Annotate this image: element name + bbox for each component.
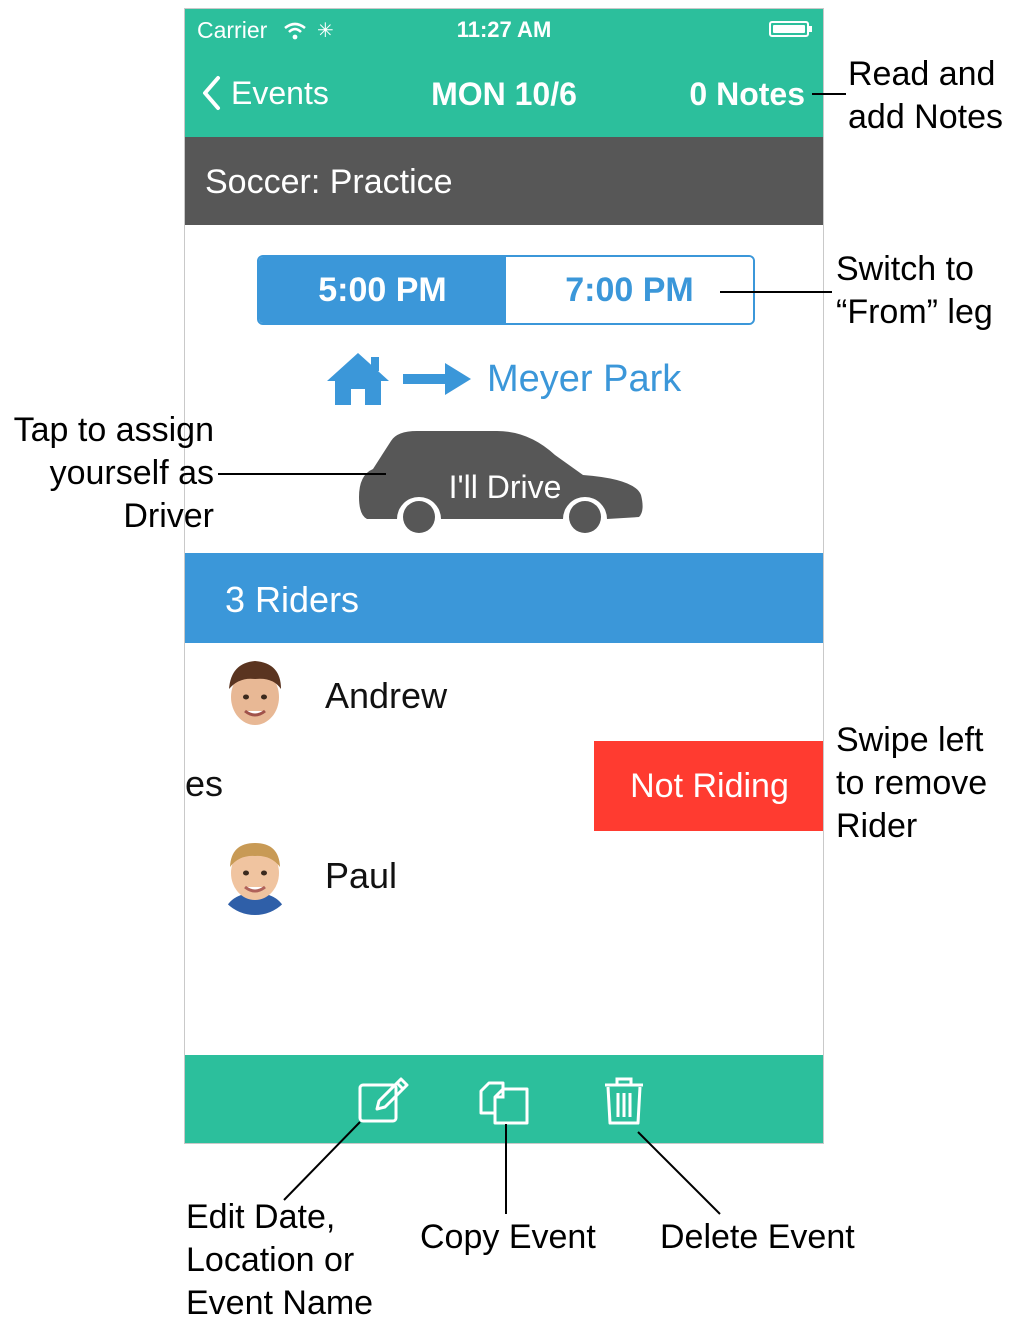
event-name-bar: Soccer: Practice (185, 137, 823, 225)
copy-button[interactable] (477, 1075, 531, 1127)
annotation-line: Switch to (836, 250, 974, 288)
delete-annotation: Delete Event (660, 1218, 855, 1256)
to-leg-segment[interactable]: 5:00 PM (259, 257, 506, 323)
status-bar: Carrier ✳ 11:27 AM (185, 9, 823, 51)
leader-line (812, 93, 846, 95)
rider-row[interactable]: Paul (185, 831, 823, 921)
annotation-line: Driver (123, 497, 214, 535)
leg-segmented-control: 5:00 PM 7:00 PM (257, 255, 755, 325)
drive-button[interactable]: I'll Drive (357, 429, 647, 539)
annotation-line: Edit Date, (186, 1198, 336, 1236)
riders-header: 3 Riders (185, 553, 823, 643)
switch-annotation: Switch to “From” leg (836, 248, 993, 334)
bottom-toolbar (185, 1055, 823, 1143)
phone-screen: Carrier ✳ 11:27 AM Events MON 10/6 0 Not… (184, 8, 824, 1144)
annotation-line: Swipe left (836, 721, 984, 759)
annotation-line: yourself as (49, 454, 214, 492)
riders-count: 3 Riders (225, 579, 360, 620)
route-row: Meyer Park (325, 351, 681, 407)
notes-button[interactable]: 0 Notes (689, 76, 805, 113)
annotation-line: Read and (848, 55, 996, 93)
status-time: 11:27 AM (456, 17, 552, 42)
annotation-line: Location or (186, 1241, 355, 1279)
annotation-line: Event Name (186, 1284, 374, 1322)
arrow-right-icon (403, 363, 471, 395)
avatar (219, 655, 291, 735)
destination-label: Meyer Park (487, 357, 682, 400)
rider-name: Paul (325, 855, 398, 896)
trash-icon (605, 1077, 643, 1125)
leader-line (218, 473, 386, 475)
from-leg-segment[interactable]: 7:00 PM (506, 257, 753, 323)
copy-icon (479, 1081, 529, 1125)
home-icon (327, 353, 389, 405)
edit-annotation: Edit Date, Location or Event Name (186, 1196, 373, 1325)
annotation-line: add Notes (848, 98, 1003, 136)
edit-button[interactable] (357, 1075, 411, 1127)
annotation-line: Rider (836, 807, 918, 845)
annotation-line: “From” leg (836, 293, 993, 331)
swipe-annotation: Swipe left to remove Rider (836, 719, 987, 848)
rider-name: Andrew (325, 675, 448, 716)
drive-label: I'll Drive (448, 469, 562, 505)
battery-icon (769, 21, 812, 37)
avatar (215, 835, 295, 915)
rider-name: es (185, 763, 224, 804)
leader-line (720, 291, 832, 293)
annotation-line: to remove (836, 764, 988, 802)
event-name: Soccer: Practice (205, 163, 453, 201)
navigation-bar: Events MON 10/6 0 Notes (185, 51, 823, 137)
notes-annotation: Read and add Notes (848, 53, 1003, 139)
edit-icon (358, 1077, 409, 1123)
copy-annotation: Copy Event (420, 1218, 596, 1256)
driver-annotation: Tap to assign yourself as Driver (0, 409, 214, 538)
not-riding-button[interactable]: Not Riding (594, 741, 823, 831)
delete-button[interactable] (597, 1075, 651, 1127)
rider-row[interactable]: Andrew (185, 651, 823, 741)
annotation-line: Tap to assign (13, 411, 214, 449)
